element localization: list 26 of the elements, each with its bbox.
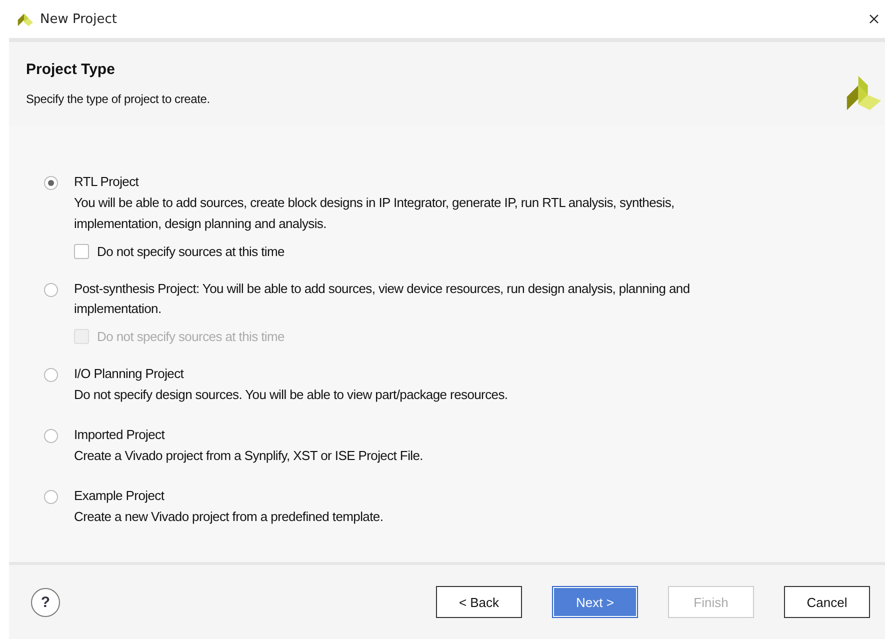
page-subtitle: Specify the type of project to create.: [26, 92, 210, 106]
help-button[interactable]: ?: [31, 588, 60, 616]
checkbox-label[interactable]: Do not specify sources at this time: [97, 244, 284, 259]
page-title: Project Type: [26, 61, 116, 78]
dialog-button[interactable]: Cancel: [784, 586, 870, 618]
option-description: You will be able to add sources, create block designs in IP Integrator, generate IP, run RTL analysis, synthesis, implementation, design planning and analysis.: [74, 194, 676, 233]
dialog-button[interactable]: Next >: [552, 586, 638, 618]
option-label[interactable]: I/O Planning Project: [74, 364, 754, 384]
checkbox[interactable]: [74, 244, 89, 259]
dialog-button[interactable]: < Back: [436, 586, 522, 618]
radio-button[interactable]: [44, 368, 58, 382]
radio-button[interactable]: [44, 283, 58, 297]
option-description: Create a Vivado project from a Synplify, XST or ISE Project File.: [74, 447, 424, 465]
radio-button[interactable]: [44, 490, 58, 504]
option-label[interactable]: Post-synthesis Project: You will be able to add sources, view device resources, run design analysis, planning and implementation.: [74, 279, 754, 319]
app-logo-icon: [16, 11, 34, 27]
option-description: Do not specify design sources. You will be able to view part/package resources.: [74, 386, 509, 404]
option-description: Create a new Vivado project from a predefined template.: [74, 508, 384, 526]
option-label[interactable]: Example Project: [74, 486, 754, 506]
option-label[interactable]: Imported Project: [74, 425, 754, 445]
window-title: New Project: [40, 12, 118, 26]
radio-button[interactable]: [44, 176, 58, 190]
logo-icon: [845, 74, 883, 112]
radio-button[interactable]: [44, 429, 58, 443]
option-label[interactable]: RTL Project: [74, 172, 754, 192]
close-icon[interactable]: [869, 14, 879, 24]
